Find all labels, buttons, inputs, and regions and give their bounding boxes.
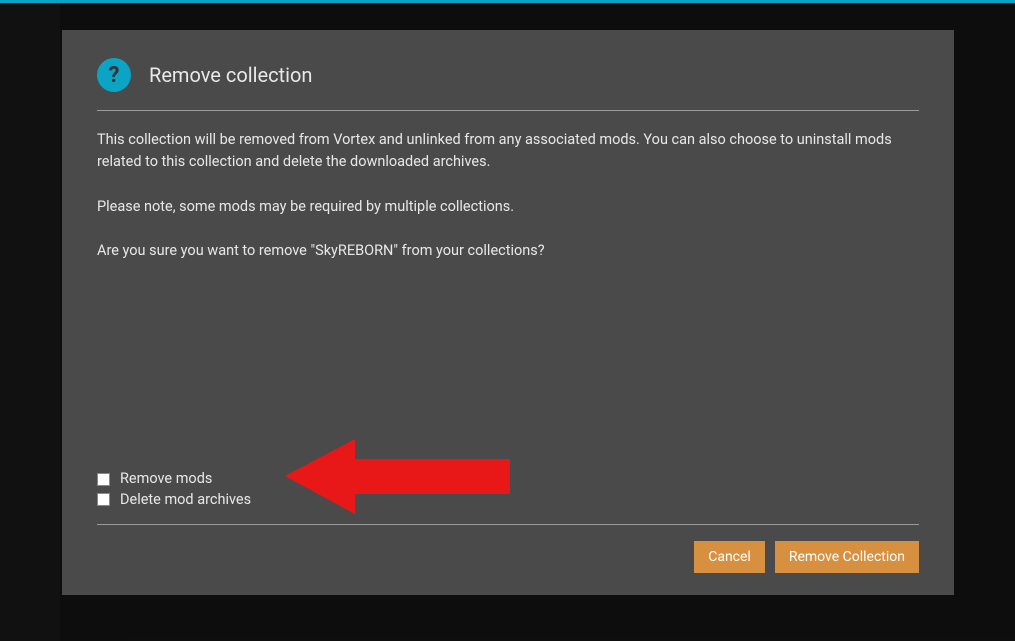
dialog-text-3: Are you sure you want to remove "SkyREBO… (97, 240, 919, 262)
dialog-text-1: This collection will be removed from Vor… (97, 129, 919, 174)
dialog-header: ? Remove collection (97, 58, 919, 111)
dialog-footer: Cancel Remove Collection (97, 541, 919, 573)
delete-archives-label: Delete mod archives (120, 490, 251, 510)
dialog-body: This collection will be removed from Vor… (97, 111, 919, 469)
checkbox-section: Remove mods Delete mod archives (97, 469, 919, 525)
delete-archives-row[interactable]: Delete mod archives (97, 490, 919, 510)
remove-mods-row[interactable]: Remove mods (97, 469, 919, 489)
dialog-title: Remove collection (149, 63, 312, 87)
delete-archives-checkbox[interactable] (97, 493, 110, 506)
remove-mods-label: Remove mods (120, 469, 212, 489)
cancel-button[interactable]: Cancel (694, 541, 765, 573)
remove-collection-dialog: ? Remove collection This collection will… (62, 30, 954, 595)
remove-collection-button[interactable]: Remove Collection (775, 541, 919, 573)
question-icon: ? (97, 58, 131, 92)
dialog-text-2: Please note, some mods may be required b… (97, 196, 919, 218)
remove-mods-checkbox[interactable] (97, 473, 110, 486)
